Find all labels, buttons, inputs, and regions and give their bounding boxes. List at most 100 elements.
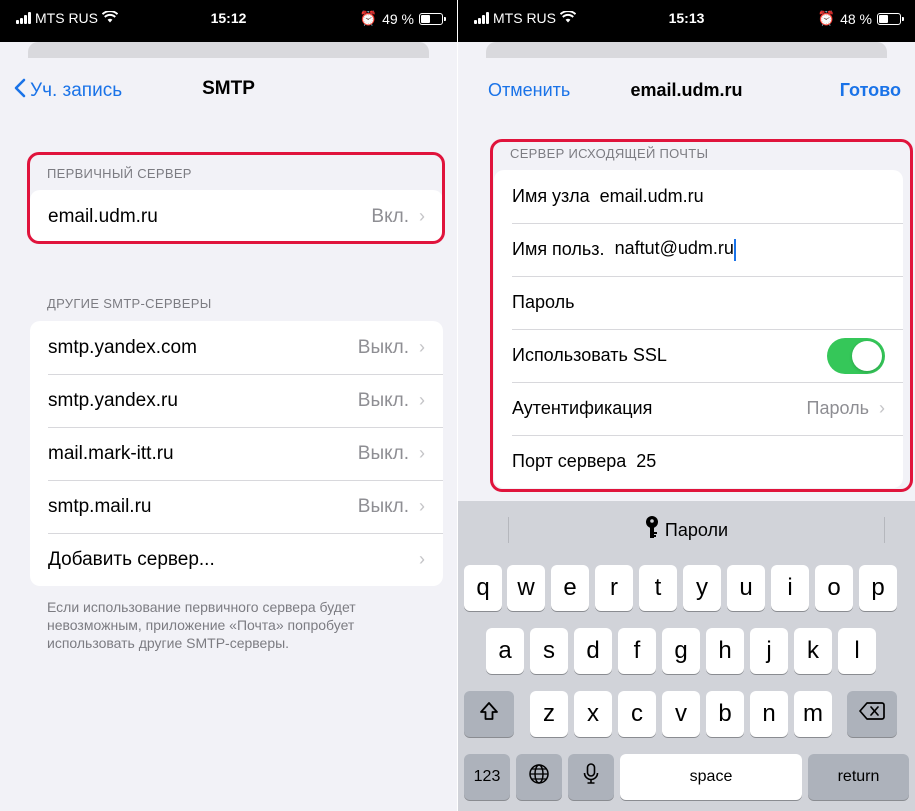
shift-key[interactable] [464,691,514,737]
port-field[interactable]: 25 [636,451,885,472]
key-v[interactable]: v [662,691,700,737]
key-x[interactable]: x [574,691,612,737]
passwords-suggestion[interactable]: Пароли [645,515,729,545]
chevron-right-icon: › [419,337,425,357]
key-t[interactable]: t [639,565,677,611]
navigation-bar: Уч. запись SMTP [0,58,457,118]
alarm-icon: ⏰ [817,10,836,26]
battery-label: 48 % [840,10,872,27]
server-row[interactable]: smtp.mail.ru Выкл. › [30,480,443,533]
passwords-label: Пароли [664,519,729,540]
battery-status: ⏰ 48 % [817,10,904,27]
key-c[interactable]: c [618,691,656,737]
primary-server-group: email.udm.ru Вкл. › [30,190,443,243]
auth-row[interactable]: Аутентификация Пароль › [494,382,903,435]
key-s[interactable]: s [530,628,568,674]
space-key[interactable]: space [620,754,802,800]
key-e[interactable]: e [551,565,589,611]
key-l[interactable]: l [838,628,876,674]
microphone-icon [582,762,600,793]
user-row[interactable]: Имя польз. naftut@udm.ru [494,223,903,276]
status-bar: MTS RUS 15:13 ⏰ 48 % [458,0,915,42]
globe-key[interactable] [516,754,562,800]
key-q[interactable]: q [464,565,502,611]
server-row[interactable]: mail.mark-itt.ru Выкл. › [30,427,443,480]
host-label: Имя узла [512,186,590,206]
key-b[interactable]: b [706,691,744,737]
divider [884,517,885,543]
key-m[interactable]: m [794,691,832,737]
return-key[interactable]: return [808,754,909,800]
battery-status: ⏰ 49 % [359,10,446,27]
battery-icon [877,12,904,25]
user-value: naftut@udm.ru [614,238,734,259]
key-y[interactable]: y [683,565,721,611]
server-name: email.udm.ru [48,205,158,227]
ssl-toggle[interactable] [827,337,885,374]
battery-label: 49 % [382,10,414,27]
keyboard: Пароли q w e r t y u i o p a s d f g h j… [458,501,915,811]
key-h[interactable]: h [706,628,744,674]
left-screen: MTS RUS 15:12 ⏰ 49 % Уч. запись SMTP ПЕР… [0,0,457,811]
server-name: smtp.yandex.com [48,336,197,358]
password-label: Пароль [512,292,575,312]
server-row[interactable]: smtp.yandex.ru Выкл. › [30,374,443,427]
toggle-knob [852,340,882,371]
primary-server-row[interactable]: email.udm.ru Вкл. › [30,190,443,243]
key-f[interactable]: f [618,628,656,674]
backspace-icon [859,700,885,728]
port-row[interactable]: Порт сервера 25 [494,435,903,488]
key-a[interactable]: a [486,628,524,674]
footer-note: Если использование первичного сервера бу… [47,599,356,651]
done-button[interactable]: Готово [840,80,901,101]
key-i[interactable]: i [771,565,809,611]
key-o[interactable]: o [815,565,853,611]
chevron-right-icon: › [879,398,885,418]
add-server-label: Добавить сервер... [48,548,215,570]
host-row[interactable]: Имя узла email.udm.ru [494,170,903,223]
chevron-right-icon: › [419,390,425,410]
key-u[interactable]: u [727,565,765,611]
suggestion-bar: Пароли [458,501,915,559]
right-screen: MTS RUS 15:13 ⏰ 48 % Отменить email.udm.… [458,0,915,811]
key-g[interactable]: g [662,628,700,674]
add-server-row[interactable]: Добавить сервер... › [30,533,443,586]
chevron-right-icon: › [419,206,425,226]
key-j[interactable]: j [750,628,788,674]
key-n[interactable]: n [750,691,788,737]
shift-icon [478,700,500,729]
dictation-key[interactable] [568,754,614,800]
chevron-right-icon: › [419,549,425,569]
server-status: Вкл. [371,205,409,227]
ssl-label: Использовать SSL [512,345,667,365]
key-w[interactable]: w [507,565,545,611]
server-name: mail.mark-itt.ru [48,442,174,464]
key-r[interactable]: r [595,565,633,611]
navigation-bar: Отменить email.udm.ru Готово [458,58,915,118]
user-label: Имя польз. [512,239,605,259]
key-d[interactable]: d [574,628,612,674]
user-field[interactable]: naftut@udm.ru [614,238,885,261]
chevron-right-icon: › [419,443,425,463]
server-status: Выкл. [357,389,409,411]
key-z[interactable]: z [530,691,568,737]
server-status: Выкл. [357,336,409,358]
host-field[interactable]: email.udm.ru [600,186,885,207]
key-p[interactable]: p [859,565,897,611]
server-status: Выкл. [357,495,409,517]
server-row[interactable]: smtp.yandex.com Выкл. › [30,321,443,374]
divider [508,517,509,543]
chevron-right-icon: › [419,496,425,516]
status-bar: MTS RUS 15:12 ⏰ 49 % [0,0,457,42]
globe-icon [528,763,550,792]
outgoing-server-form: Имя узла email.udm.ru Имя польз. naftut@… [494,170,903,488]
port-label: Порт сервера [512,451,627,471]
password-row[interactable]: Пароль [494,276,903,329]
auth-label: Аутентификация [512,398,653,418]
server-name: smtp.yandex.ru [48,389,178,411]
delete-key[interactable] [847,691,897,737]
other-servers-header: ДРУГИЕ SMTP-СЕРВЕРЫ [47,296,212,311]
numbers-key[interactable]: 123 [464,754,510,800]
key-k[interactable]: k [794,628,832,674]
alarm-icon: ⏰ [359,10,378,26]
